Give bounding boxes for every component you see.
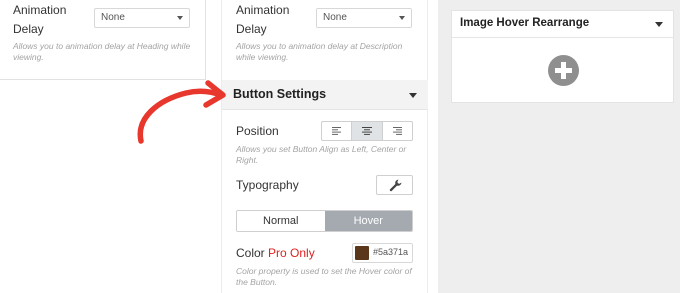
position-label: Position — [236, 124, 279, 138]
tab-hover[interactable]: Hover — [324, 211, 412, 231]
color-swatch — [355, 246, 369, 260]
align-left-icon — [331, 127, 341, 135]
heading-delay-help: Allows you to animation delay at Heading… — [13, 41, 191, 62]
animation-delay-label-line1: Animation — [236, 3, 290, 17]
heading-animation-delay-select[interactable]: None — [94, 8, 190, 28]
curved-arrow-icon — [137, 80, 226, 144]
left-settings-panel: Animation Delay None Allows you to anima… — [0, 0, 206, 80]
color-help: Color property is used to set the Hover … — [236, 266, 412, 287]
align-center-button[interactable] — [352, 122, 383, 140]
description-delay-help: Allows you to animation delay at Descrip… — [236, 41, 403, 62]
section-title: Button Settings — [233, 87, 327, 101]
align-left-button[interactable] — [322, 122, 353, 140]
caret-down-icon — [655, 22, 663, 27]
animation-delay-label-line2: Delay — [236, 22, 267, 36]
normal-hover-toggle: Normal Hover — [236, 210, 413, 232]
tab-normal[interactable]: Normal — [237, 211, 325, 231]
animation-delay-label-line2: Delay — [13, 22, 44, 36]
typography-button[interactable] — [376, 175, 413, 195]
align-right-icon — [393, 127, 403, 135]
align-right-button[interactable] — [383, 122, 412, 140]
align-center-icon — [361, 127, 372, 135]
description-animation-delay-select[interactable]: None — [316, 8, 412, 28]
typography-label: Typography — [236, 178, 299, 192]
image-hover-card: Image Hover Rearrange — [451, 10, 674, 103]
button-settings-header[interactable]: Button Settings — [222, 80, 428, 110]
caret-down-icon — [409, 93, 417, 98]
pro-only-badge: Pro Only — [268, 246, 315, 260]
plus-circle-icon[interactable] — [548, 55, 579, 86]
color-label-row: Color Pro Only — [236, 244, 315, 262]
position-help: Allows you set Button Align as Left, Cen… — [236, 144, 407, 165]
position-align-group — [321, 121, 413, 141]
wrench-icon — [389, 179, 402, 192]
card-title: Image Hover Rearrange — [460, 17, 590, 29]
select-value: None — [323, 12, 347, 23]
chevron-down-icon — [177, 16, 183, 20]
card-header[interactable]: Image Hover Rearrange — [452, 11, 673, 38]
hover-color-picker[interactable]: #5a371a — [352, 243, 413, 263]
select-value: None — [101, 12, 125, 23]
chevron-down-icon — [399, 16, 405, 20]
animation-delay-label-line1: Animation — [13, 3, 67, 17]
color-label: Color — [236, 246, 265, 260]
color-hex-value: #5a371a — [373, 247, 409, 257]
